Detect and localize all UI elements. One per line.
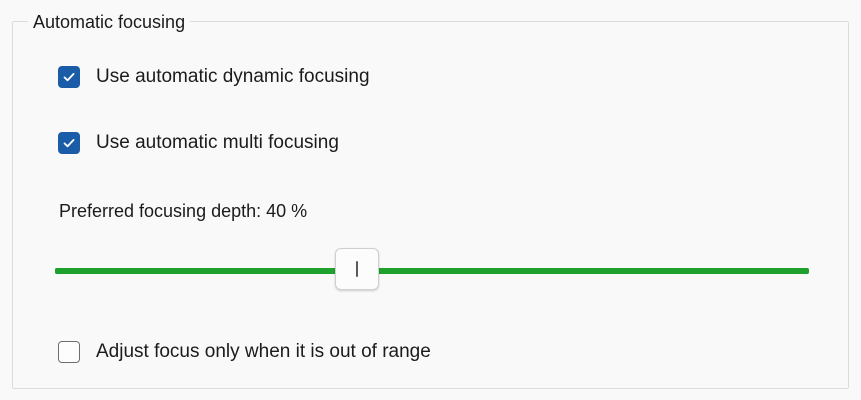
multi-focusing-checkbox-row[interactable]: Use automatic multi focusing xyxy=(58,130,339,156)
dynamic-focusing-label: Use automatic dynamic focusing xyxy=(96,66,370,87)
multi-focusing-checkbox[interactable] xyxy=(58,132,80,154)
dynamic-focusing-checkbox-row[interactable]: Use automatic dynamic focusing xyxy=(58,64,370,90)
adjust-out-of-range-checkbox[interactable] xyxy=(58,341,80,363)
group-title: Automatic focusing xyxy=(28,11,191,33)
adjust-out-of-range-label: Adjust focus only when it is out of rang… xyxy=(96,341,431,362)
focusing-depth-slider[interactable] xyxy=(55,248,809,292)
slider-grip-icon xyxy=(355,261,358,277)
multi-focusing-label: Use automatic multi focusing xyxy=(96,132,339,153)
checkmark-icon xyxy=(63,73,75,82)
dynamic-focusing-checkbox[interactable] xyxy=(58,66,80,88)
adjust-out-of-range-checkbox-row[interactable]: Adjust focus only when it is out of rang… xyxy=(58,339,431,365)
slider-thumb[interactable] xyxy=(334,248,379,290)
focusing-depth-label: Preferred focusing depth: 40 % xyxy=(59,201,308,221)
slider-fill xyxy=(55,268,357,274)
focus-settings-panel: Automatic focusing Use automatic dynamic… xyxy=(0,0,861,400)
checkmark-icon xyxy=(63,139,75,148)
